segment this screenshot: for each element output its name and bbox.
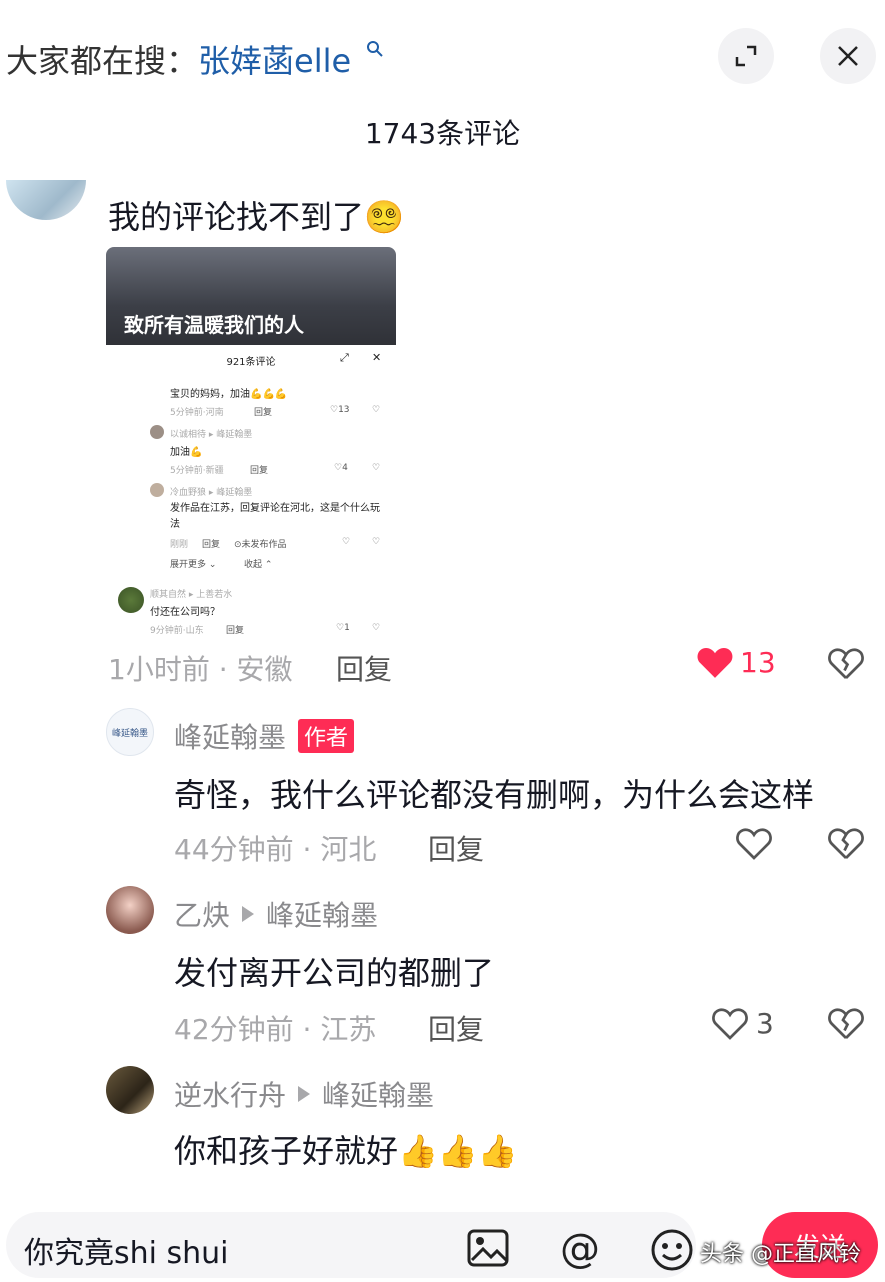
inner-likes: ♡13 — [330, 405, 350, 415]
close-button[interactable] — [820, 28, 876, 84]
comment-text: 你和孩子好就好👍👍👍 — [174, 1132, 518, 1170]
search-term-link[interactable]: 张婞菡elle — [198, 36, 351, 82]
like-button[interactable]: 13 — [696, 644, 776, 680]
comment-image[interactable]: 致所有温暖我们的人 921条评论 ⤢ ✕ 宝贝的妈妈，加油💪💪💪 5分钟前·河南… — [106, 247, 396, 640]
like-button[interactable]: 3 — [712, 1006, 774, 1040]
comment-meta: 1小时前 · 安徽 — [108, 653, 293, 686]
dislike-icon[interactable] — [828, 826, 864, 860]
avatar[interactable] — [106, 1066, 154, 1114]
inner-reply: 回复 — [226, 626, 245, 636]
heart-filled-icon — [697, 648, 733, 678]
search-prefix: 大家都在搜： — [6, 42, 199, 80]
comment-text: 发付离开公司的都删了 — [174, 954, 495, 992]
inner-meta: 9分钟前·山东 — [150, 626, 204, 636]
reply-button[interactable]: 回复 — [336, 648, 392, 688]
comment-meta: 42分钟前 · 江苏 — [174, 1013, 377, 1046]
inner-avatar — [150, 483, 164, 497]
comment-meta: 44分钟前 · 河北 — [174, 833, 377, 866]
dizzy-emoji: 😵‍💫 — [364, 198, 404, 236]
avatar[interactable] — [6, 180, 86, 220]
inner-dislike-icon: ♡ — [372, 537, 381, 547]
comment-input-text: 你究竟shi shui — [24, 1236, 229, 1271]
inner-avatar — [150, 425, 164, 439]
inner-expand-icon: ⤢ — [340, 351, 349, 364]
avatar[interactable]: 峰延翰墨 — [106, 708, 154, 756]
heart-outline-icon — [712, 1008, 748, 1040]
inner-comment-text: 付还在公司吗？ — [150, 607, 220, 618]
comment-text: 奇怪，我什么评论都没有删啊，为什么会这样 — [174, 776, 815, 814]
inner-meta: 刚刚 — [170, 540, 189, 550]
reply-arrow-icon — [298, 1086, 311, 1102]
inner-extra: ⊙未发布作品 — [234, 540, 287, 550]
inner-name: 顺其自然 ▸ 上善若水 — [150, 590, 233, 600]
inner-meta: 5分钟前·河南 — [170, 408, 224, 418]
image-caption: 致所有温暖我们的人 — [124, 313, 304, 337]
inner-meta: 5分钟前·新疆 — [170, 466, 224, 476]
expand-icon — [735, 45, 757, 67]
reply-to-name[interactable]: 峰延翰墨 — [266, 894, 378, 934]
inner-dislike-icon: ♡ — [372, 463, 381, 473]
author-badge: 作者 — [298, 719, 355, 753]
thumbs-up-emoji: 👍👍👍 — [398, 1132, 518, 1170]
emoji-icon[interactable] — [650, 1228, 694, 1272]
heart-outline-icon[interactable] — [736, 826, 772, 860]
inner-likes: ♡4 — [334, 463, 348, 473]
dislike-icon[interactable] — [828, 646, 864, 680]
expand-button[interactable] — [718, 28, 774, 84]
mention-icon[interactable]: @ — [558, 1228, 602, 1272]
comment-author-row: 乙炔 峰延翰墨 — [174, 894, 378, 934]
dislike-icon[interactable] — [828, 1006, 864, 1040]
inner-dislike-icon: ♡ — [372, 623, 381, 633]
inner-comment-text: 宝贝的妈妈，加油💪💪💪 — [170, 389, 288, 400]
reply-button[interactable]: 回复 — [428, 1008, 484, 1048]
inner-collapse: 收起 ⌃ — [244, 560, 273, 570]
inner-like-icon: ♡ — [342, 537, 351, 547]
close-icon — [838, 46, 858, 66]
inner-title: 921条评论 — [226, 357, 276, 368]
reply-button[interactable]: 回复 — [428, 828, 484, 868]
inner-likes: ♡1 — [336, 623, 350, 633]
watermark: 头条 @正直风铃 — [700, 1242, 861, 1267]
inner-avatar — [118, 587, 144, 613]
svg-text:@: @ — [560, 1228, 600, 1272]
reply-to-name[interactable]: 峰延翰墨 — [322, 1074, 434, 1114]
inner-name: 冷血野狼 ▸ 峰延翰墨 — [170, 488, 253, 498]
inner-comment-text: 发作品在江苏，回复评论在河北，这是个什么玩法 — [170, 503, 380, 530]
inner-reply: 回复 — [254, 408, 273, 418]
inner-comment-text: 加油💪 — [170, 447, 203, 458]
image-icon[interactable] — [466, 1228, 510, 1268]
like-count: 13 — [740, 645, 776, 679]
comment-author-row: 逆水行舟 峰延翰墨 — [174, 1074, 434, 1114]
comment-author-row: 峰延翰墨 作者 — [174, 716, 355, 756]
avatar[interactable] — [106, 886, 154, 934]
reply-arrow-icon — [242, 906, 255, 922]
like-count: 3 — [756, 1006, 774, 1040]
inner-reply: 回复 — [250, 466, 269, 476]
inner-name: 以诚相待 ▸ 峰延翰墨 — [170, 430, 253, 440]
comment-text: 我的评论找不到了😵‍💫 — [108, 198, 404, 236]
inner-dislike-icon: ♡ — [372, 405, 381, 415]
commenter-name[interactable]: 逆水行舟 — [174, 1074, 286, 1114]
comment-count-title: 1743条评论 — [364, 117, 521, 150]
search-icon[interactable] — [366, 40, 384, 58]
inner-close-icon: ✕ — [372, 351, 382, 364]
commenter-name[interactable]: 峰延翰墨 — [174, 716, 286, 756]
commenter-name[interactable]: 乙炔 — [174, 894, 230, 934]
inner-reply: 回复 — [202, 540, 221, 550]
inner-expand-more: 展开更多 ⌄ — [170, 560, 217, 570]
